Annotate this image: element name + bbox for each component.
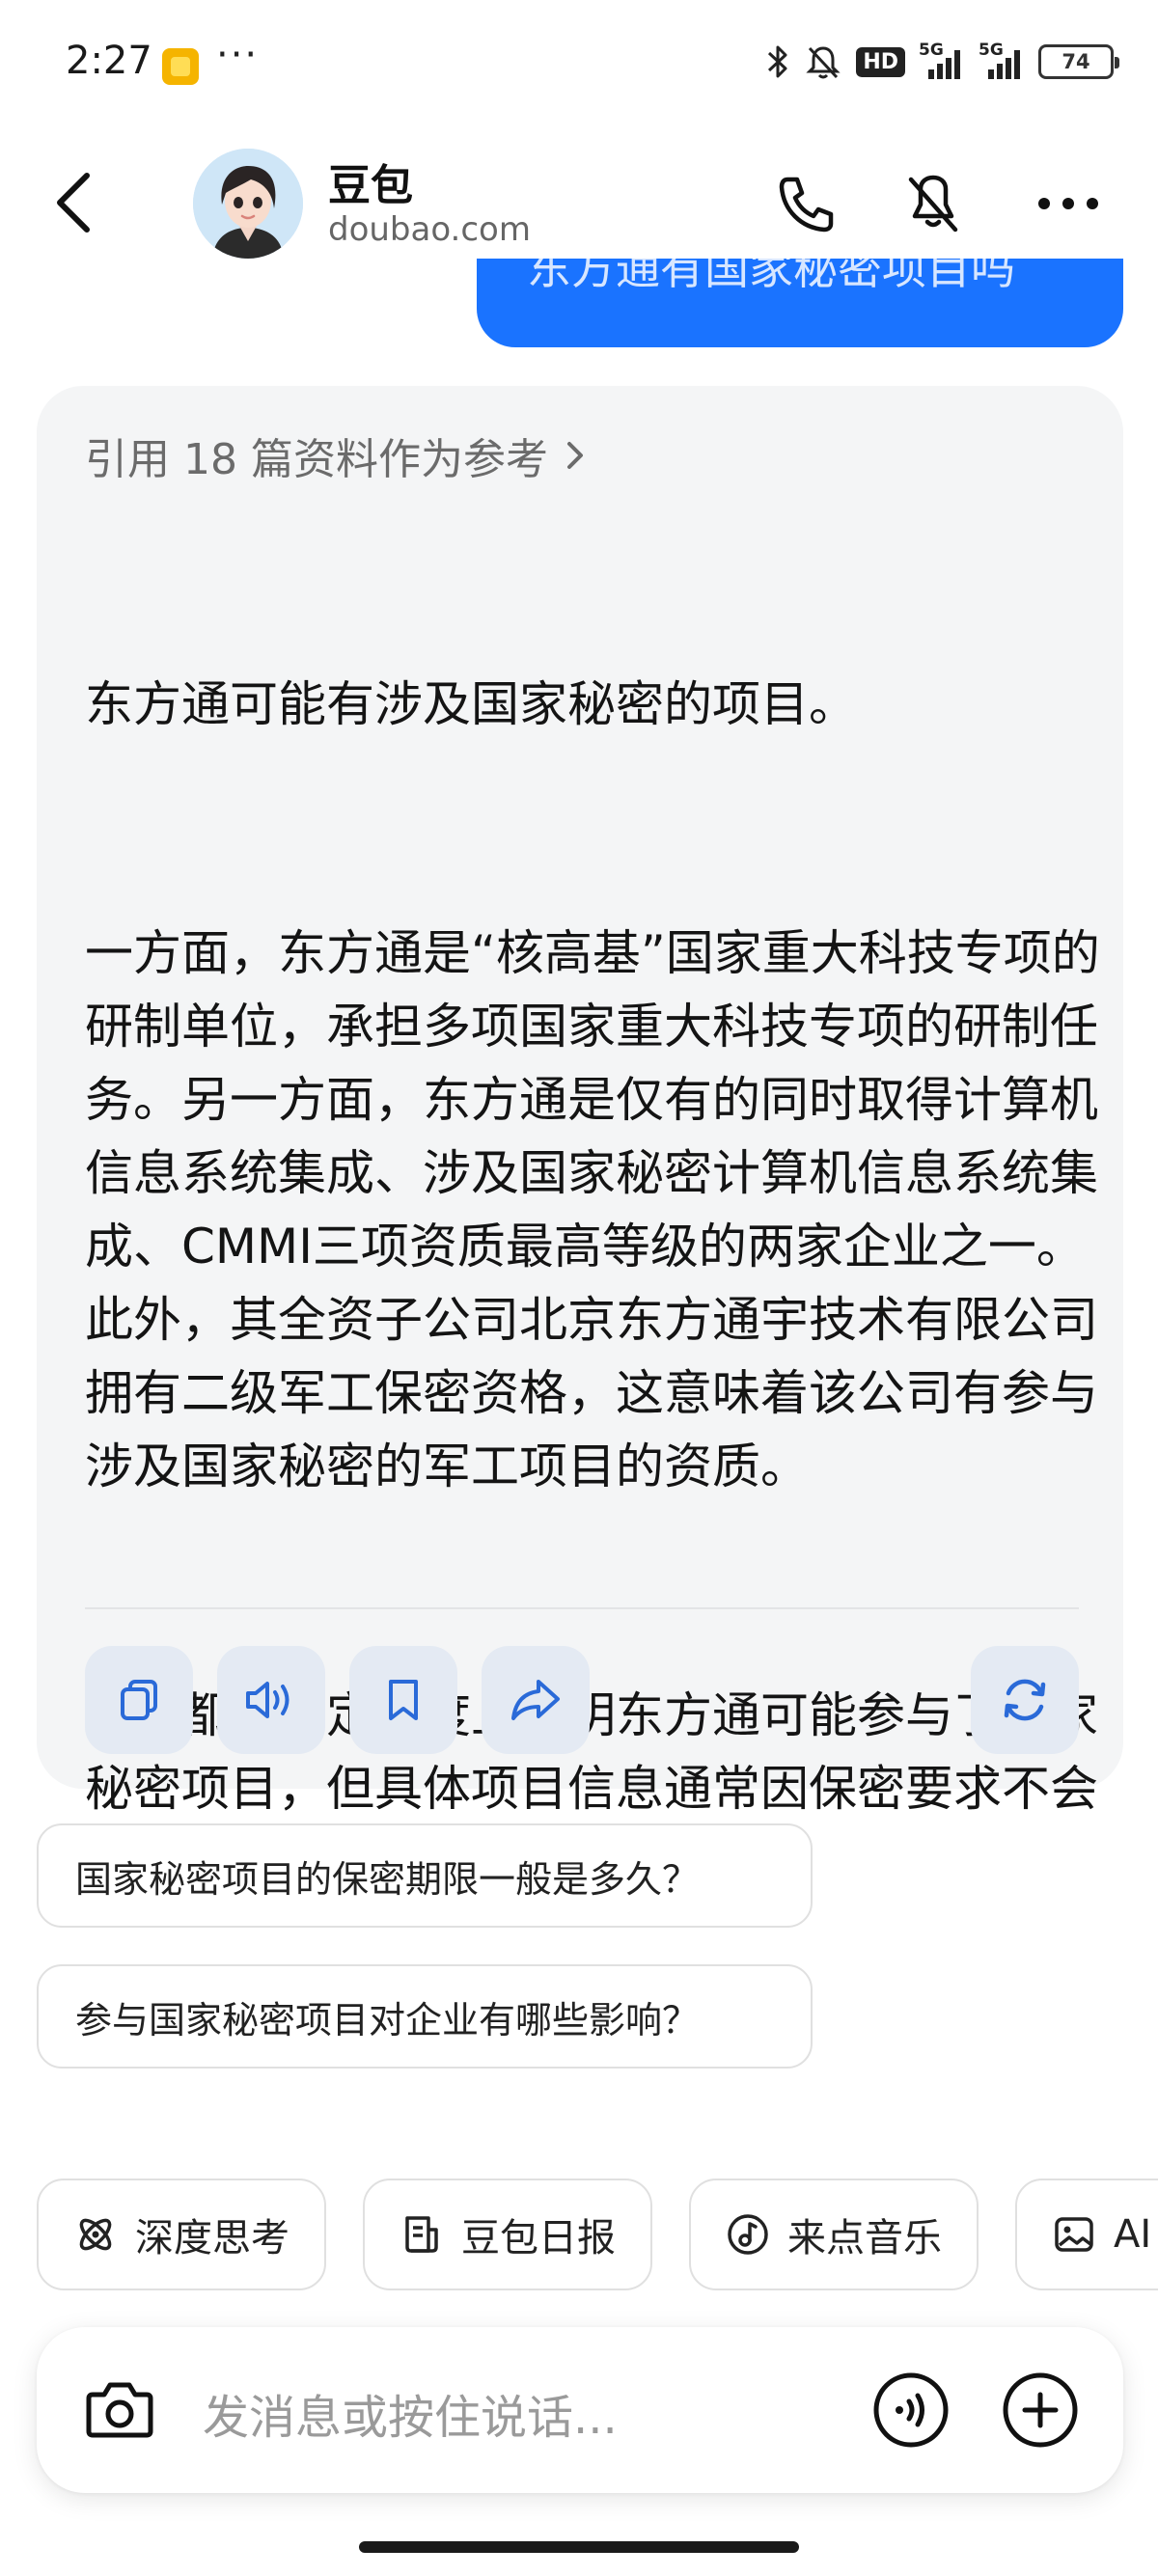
camera-icon xyxy=(86,2382,153,2438)
quick-actions-row: 深度思考 豆包日报 来点音乐 AI xyxy=(37,2179,1158,2290)
chip-music[interactable]: 来点音乐 xyxy=(689,2179,979,2290)
share-button[interactable] xyxy=(482,1646,590,1754)
plus-icon xyxy=(1003,2372,1078,2448)
camera-button[interactable] xyxy=(79,2370,160,2451)
voice-wave-icon xyxy=(873,2372,949,2448)
status-time: 2:27 xyxy=(66,39,152,83)
user-message-text: 东方通有国家秘密项目吗 xyxy=(527,259,1015,294)
music-icon xyxy=(728,2214,768,2255)
chat-title: 豆包 xyxy=(328,161,413,210)
speaker-mute-button[interactable] xyxy=(899,170,967,237)
share-icon xyxy=(511,1680,560,1720)
atom-icon xyxy=(79,2218,112,2251)
suggested-question-text: 参与国家秘密项目对企业有哪些影响？ xyxy=(75,1998,700,2042)
notification-app-icon xyxy=(162,48,199,85)
copy-icon xyxy=(121,1680,157,1720)
answer-paragraph: 一方面，东方通是“核高基”国家重大科技专项的研制单位，承担多项国家重大科技专项的… xyxy=(85,925,1100,1494)
status-indicators: HD 5G 5G 74 xyxy=(765,41,1119,81)
phone-icon xyxy=(779,177,834,233)
user-message-bubble[interactable]: 东方通有国家秘密项目吗 xyxy=(477,259,1123,347)
read-aloud-icon xyxy=(246,1682,290,1718)
assistant-answer-card: 引用 18 篇资料作为参考 东方通可能有涉及国家秘密的项目。 一方面，东方通是“… xyxy=(37,386,1123,1890)
bookmark-icon xyxy=(389,1680,418,1720)
voice-input-button[interactable] xyxy=(870,2370,951,2451)
signal-strength-2: 5G xyxy=(979,41,1025,79)
voice-call-button[interactable] xyxy=(772,170,840,237)
suggested-question[interactable]: 参与国家秘密项目对企业有哪些影响？ xyxy=(37,1964,813,2069)
bluetooth-icon xyxy=(768,45,787,78)
answer-actions xyxy=(85,1646,1079,1754)
bookmark-button[interactable] xyxy=(349,1646,457,1754)
home-indicator[interactable] xyxy=(359,2541,799,2553)
read-aloud-button[interactable] xyxy=(217,1646,325,1754)
newspaper-icon xyxy=(405,2216,438,2253)
chip-label: 来点音乐 xyxy=(787,2216,942,2261)
signal-label-1: 5G xyxy=(919,41,944,60)
suggested-question-text: 国家秘密项目的保密期限一般是多久？ xyxy=(75,1857,700,1901)
chip-daily-report[interactable]: 豆包日报 xyxy=(363,2179,652,2290)
hd-badge: HD xyxy=(856,46,905,77)
avatar-portrait-icon xyxy=(193,149,303,259)
message-input[interactable]: 发消息或按住说话... xyxy=(203,2379,618,2447)
regenerate-button[interactable] xyxy=(971,1646,1079,1754)
references-link[interactable]: 引用 18 篇资料作为参考 xyxy=(85,425,589,486)
battery-indicator: 74 xyxy=(1038,44,1119,79)
status-more-dots: ··· xyxy=(216,33,260,77)
signal-strength-1: 5G xyxy=(919,41,965,79)
more-icon xyxy=(1038,198,1098,209)
regenerate-icon xyxy=(1004,1679,1046,1721)
signal-label-2: 5G xyxy=(979,41,1004,60)
answer-paragraph: 东方通可能有涉及国家秘密的项目。 xyxy=(85,676,857,732)
chat-header: 豆包 doubao.com xyxy=(0,135,1158,270)
card-divider xyxy=(85,1607,1079,1609)
more-button[interactable] xyxy=(1034,170,1102,237)
add-attachment-button[interactable] xyxy=(1000,2370,1081,2451)
chip-label: 深度思考 xyxy=(135,2216,290,2261)
image-icon xyxy=(1055,2217,1093,2252)
back-button[interactable] xyxy=(46,164,104,241)
chip-deep-thinking[interactable]: 深度思考 xyxy=(37,2179,326,2290)
suggested-question[interactable]: 国家秘密项目的保密期限一般是多久？ xyxy=(37,1823,813,1928)
avatar[interactable] xyxy=(193,149,303,259)
chip-ai-image[interactable]: AI xyxy=(1015,2179,1158,2290)
chip-label: AI xyxy=(1114,2212,1152,2257)
chat-subtitle: doubao.com xyxy=(328,210,531,249)
chevron-right-icon xyxy=(566,442,583,469)
chip-label: 豆包日报 xyxy=(461,2216,616,2261)
message-composer: 发消息或按住说话... xyxy=(37,2327,1123,2493)
back-icon xyxy=(57,173,90,233)
references-label: 引用 18 篇资料作为参考 xyxy=(85,435,548,484)
bell-muted-icon xyxy=(806,46,841,79)
copy-button[interactable] xyxy=(85,1646,193,1754)
speaker-muted-icon xyxy=(908,175,958,233)
status-bar: 2:27 ··· HD 5G 5G 74 xyxy=(0,0,1158,125)
